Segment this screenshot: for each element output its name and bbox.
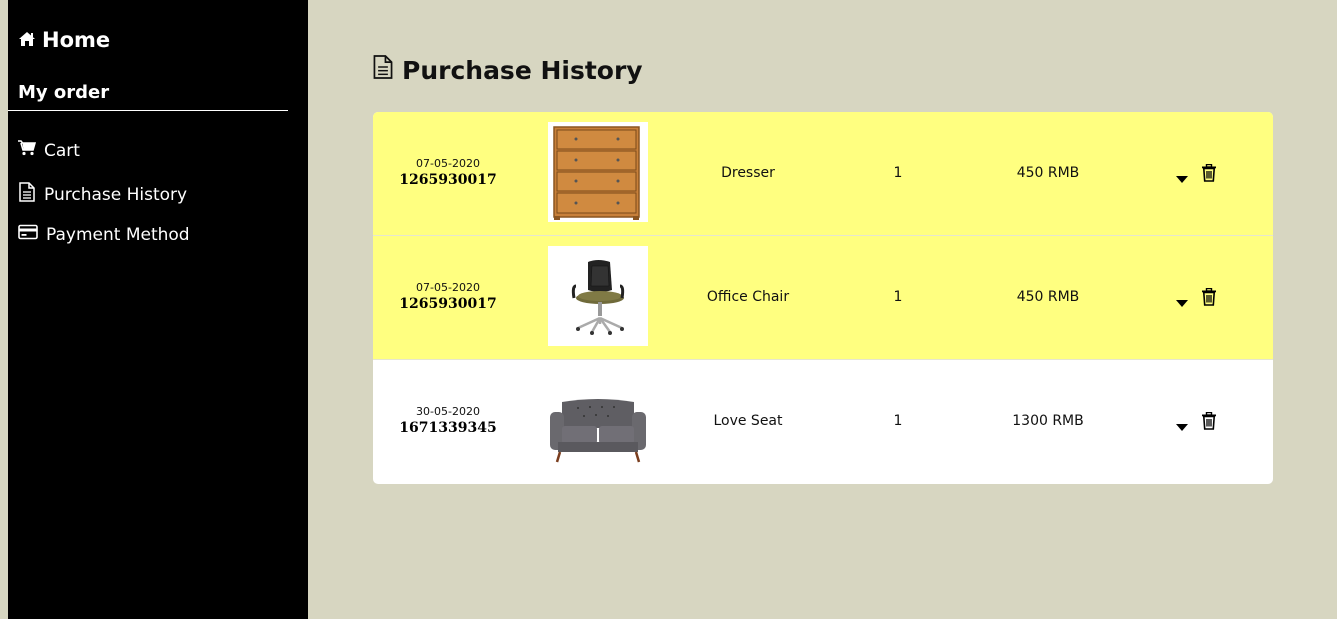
page-title: Purchase History <box>372 54 643 86</box>
trash-icon[interactable] <box>1201 411 1217 434</box>
chevron-down-icon[interactable] <box>1176 169 1188 188</box>
price: 450 RMB <box>1016 165 1080 181</box>
chevron-down-icon[interactable] <box>1176 417 1188 436</box>
table-row: 30-05-2020 1671339345 Love Seat 1 1300 R… <box>373 360 1273 484</box>
page-title-text: Purchase History <box>402 55 643 85</box>
order-number: 1265930017 <box>399 172 497 188</box>
home-icon <box>18 28 42 52</box>
product-name: Dresser <box>721 165 775 181</box>
document-icon <box>18 182 44 207</box>
credit-card-icon <box>18 224 46 245</box>
chevron-down-icon[interactable] <box>1176 293 1188 312</box>
quantity: 1 <box>893 289 903 305</box>
section-title-my-order: My order <box>18 82 110 103</box>
office-chair-image <box>548 246 648 346</box>
price: 450 RMB <box>1016 289 1080 305</box>
order-info: 07-05-2020 1265930017 <box>373 281 523 312</box>
order-number: 1265930017 <box>399 296 497 312</box>
trash-icon[interactable] <box>1201 163 1217 186</box>
order-date: 30-05-2020 <box>416 405 480 418</box>
order-info: 30-05-2020 1671339345 <box>373 405 523 436</box>
home-link[interactable]: Home <box>18 28 110 52</box>
order-number: 1671339345 <box>399 420 497 436</box>
document-icon <box>372 54 402 86</box>
order-info: 07-05-2020 1265930017 <box>373 157 523 188</box>
sidebar-item-purchase-history[interactable]: Purchase History <box>18 182 187 207</box>
product-name: Office Chair <box>706 289 790 305</box>
home-label: Home <box>42 28 111 52</box>
table-row: 07-05-2020 1265930017 Office Chair 1 450… <box>373 236 1273 360</box>
love-seat-image <box>548 370 648 470</box>
price: 1300 RMB <box>1012 413 1084 429</box>
quantity: 1 <box>893 165 903 181</box>
sidebar-item-payment-method[interactable]: Payment Method <box>18 224 190 245</box>
sidebar-item-label: Payment Method <box>46 224 190 245</box>
order-date: 07-05-2020 <box>416 281 480 294</box>
sidebar-divider <box>8 110 288 111</box>
sidebar: Home My order Cart Purchase History Paym… <box>8 0 308 619</box>
trash-icon[interactable] <box>1201 287 1217 310</box>
sidebar-item-cart[interactable]: Cart <box>18 140 80 161</box>
sidebar-item-label: Cart <box>44 140 80 161</box>
dresser-image <box>548 122 648 222</box>
quantity: 1 <box>893 413 903 429</box>
cart-icon <box>18 140 44 161</box>
table-row: 07-05-2020 1265930017 Dresser 1 450 RMB <box>373 112 1273 236</box>
orders-table: 07-05-2020 1265930017 Dresser 1 450 RMB <box>373 112 1273 484</box>
order-date: 07-05-2020 <box>416 157 480 170</box>
left-edge <box>0 0 8 619</box>
product-name: Love Seat <box>713 413 783 429</box>
sidebar-item-label: Purchase History <box>44 184 188 205</box>
